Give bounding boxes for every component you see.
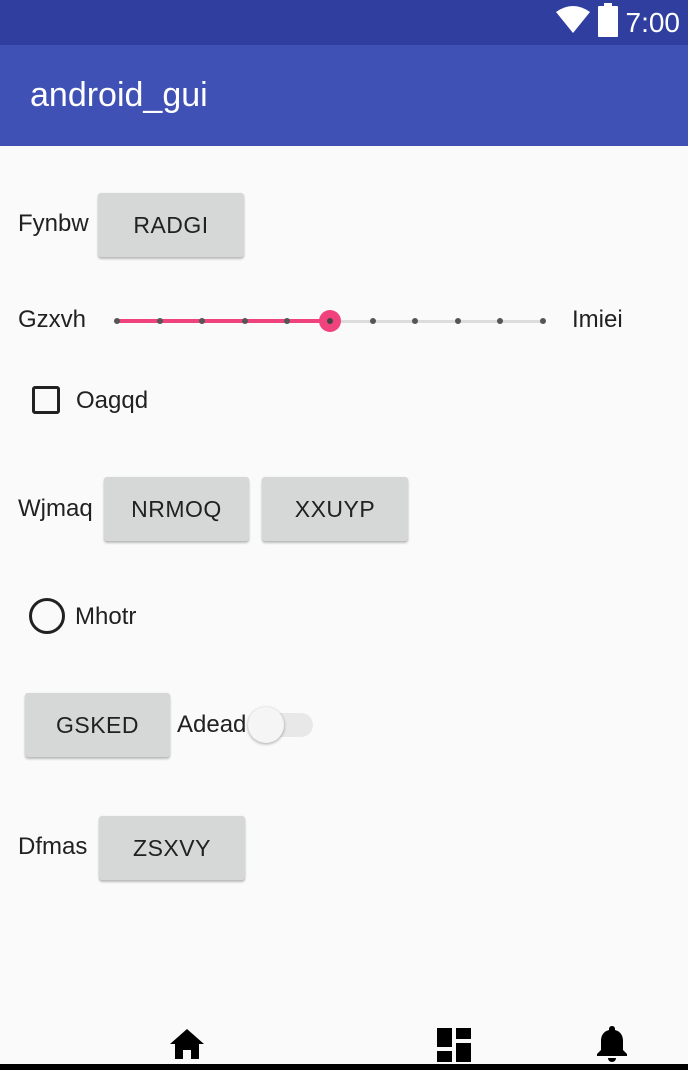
app-bar: android_gui bbox=[0, 45, 688, 146]
status-time: 7:00 bbox=[625, 6, 681, 38]
notifications-icon[interactable] bbox=[597, 1026, 627, 1067]
switch-thumb[interactable] bbox=[248, 707, 284, 743]
nrmoq-button[interactable]: NRMOQ bbox=[104, 477, 249, 541]
dashboard-icon[interactable] bbox=[437, 1028, 471, 1067]
slider-track-fill bbox=[117, 319, 330, 323]
slider-tick bbox=[454, 318, 461, 324]
slider-tick bbox=[156, 318, 163, 324]
slider-thumb[interactable] bbox=[319, 310, 341, 332]
slider-tick bbox=[497, 318, 504, 324]
slider-left-label: Gzxvh bbox=[18, 306, 87, 333]
zsxvy-button[interactable]: ZSXVY bbox=[99, 816, 245, 880]
main-content: Fynbw RADGI Gzxvh Imiei Oagqd Wjmaq NRMO… bbox=[0, 146, 688, 1036]
discrete-slider[interactable] bbox=[105, 301, 555, 341]
fynbw-label: Fynbw bbox=[18, 210, 89, 237]
xxuyp-button[interactable]: XXUYP bbox=[262, 477, 408, 541]
slider-right-label: Imiei bbox=[572, 306, 623, 333]
wifi-icon bbox=[555, 6, 590, 39]
slider-tick bbox=[114, 318, 120, 324]
status-icons: 7:00 bbox=[555, 0, 681, 45]
wjmaq-label: Wjmaq bbox=[18, 495, 93, 522]
slider-tick bbox=[199, 318, 206, 324]
radio-label: Mhotr bbox=[75, 603, 137, 630]
status-bar: 7:00 bbox=[0, 0, 688, 45]
slider-tick bbox=[241, 318, 248, 324]
checkbox-label: Oagqd bbox=[76, 387, 149, 414]
slider-tick bbox=[412, 318, 419, 324]
radgi-button[interactable]: RADGI bbox=[98, 193, 244, 257]
app-title: android_gui bbox=[30, 76, 208, 114]
battery-icon bbox=[597, 3, 618, 42]
nav-bar-line bbox=[0, 1064, 688, 1070]
bottom-nav bbox=[0, 1010, 688, 1070]
dfmas-label: Dfmas bbox=[18, 833, 88, 860]
switch-label: Adead bbox=[177, 711, 247, 738]
mhotr-radio[interactable] bbox=[29, 598, 65, 634]
slider-tick bbox=[284, 318, 291, 324]
oagqd-checkbox[interactable] bbox=[32, 386, 60, 414]
gsked-button[interactable]: GSKED bbox=[25, 693, 170, 757]
home-icon[interactable] bbox=[169, 1028, 205, 1065]
slider-tick bbox=[540, 318, 546, 324]
slider-tick bbox=[369, 318, 376, 324]
